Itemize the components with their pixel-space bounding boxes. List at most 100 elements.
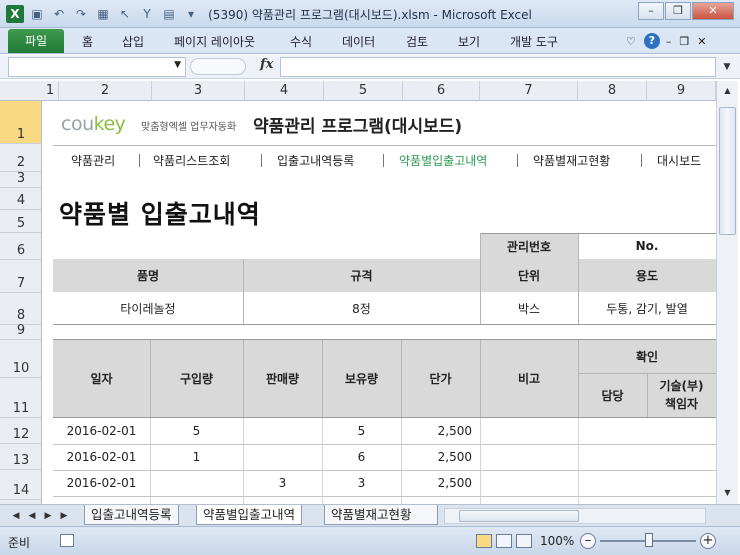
formula-expand-icon[interactable]: ▼ [720, 58, 734, 76]
tab-page-layout[interactable]: 페이지 레이아웃 [174, 32, 255, 52]
column-header[interactable]: 6 [403, 81, 480, 101]
row-price[interactable]: 2,500 [401, 470, 480, 496]
row-sales[interactable]: 3 [243, 470, 322, 496]
row-stock[interactable]: 0 [322, 496, 401, 504]
page-break-view-icon[interactable] [516, 534, 532, 548]
row-header[interactable]: 9 [0, 323, 41, 340]
column-header[interactable]: 9 [647, 81, 716, 101]
row-header[interactable]: 3 [0, 171, 41, 188]
restore-button[interactable]: ❐ [665, 2, 691, 20]
row-stock[interactable]: 5 [322, 418, 401, 444]
formula-input[interactable] [280, 57, 716, 77]
menu-inout-register[interactable]: 입출고내역등록 [277, 152, 354, 169]
drug-use-value[interactable]: 두통, 감기, 발열 [578, 292, 716, 324]
row-header[interactable]: 7 [0, 260, 41, 293]
workbook-restore-icon[interactable]: ❐ [679, 35, 689, 48]
row-price[interactable]: 2,500 [401, 496, 480, 504]
border [243, 259, 244, 324]
tab-insert[interactable]: 삽입 [122, 32, 144, 52]
first-sheet-icon[interactable]: ◀ [10, 508, 22, 524]
normal-view-icon[interactable] [476, 534, 492, 548]
horizontal-scrollbar[interactable] [444, 508, 706, 524]
row-sales[interactable]: 3 [243, 496, 322, 504]
zoom-level[interactable]: 100% [540, 534, 574, 548]
row-header[interactable]: 14 [0, 470, 41, 500]
column-header[interactable]: 7 [480, 81, 578, 101]
row-date[interactable]: 2016-02-01 [53, 470, 150, 496]
column-header[interactable]: 5 [324, 81, 403, 101]
next-sheet-icon[interactable]: ▶ [42, 508, 54, 524]
ribbon-collapse-icon[interactable]: ♡ [626, 35, 636, 48]
menu-drug-inout-history[interactable]: 약품별입출고내역 [399, 152, 487, 169]
page-layout-view-icon[interactable] [496, 534, 512, 548]
help-icon[interactable]: ? [643, 33, 660, 49]
tab-formulas[interactable]: 수식 [290, 32, 312, 52]
row-purchase[interactable]: 1 [150, 444, 243, 470]
name-box-dropdown-icon[interactable]: ▼ [174, 60, 181, 70]
drug-spec-value[interactable]: 8정 [243, 292, 480, 324]
scroll-down-icon[interactable]: ▼ [719, 485, 736, 501]
menu-drug-management[interactable]: 약품관리 [71, 152, 115, 169]
sheet-tab-drug-stock[interactable]: 약품별재고현황 [324, 505, 438, 525]
minimize-button[interactable]: – [638, 2, 664, 20]
row-price[interactable]: 2,500 [401, 444, 480, 470]
row-stock[interactable]: 3 [322, 470, 401, 496]
tab-home[interactable]: 홈 [82, 32, 93, 52]
menu-dashboard[interactable]: 대시보드 [657, 152, 701, 169]
zoom-in-icon[interactable]: + [700, 533, 716, 549]
tab-review[interactable]: 검토 [406, 32, 428, 52]
row-purchase[interactable] [150, 496, 243, 504]
row-stock[interactable]: 6 [322, 444, 401, 470]
row-header[interactable]: 4 [0, 188, 41, 210]
row-header[interactable]: 6 [0, 233, 41, 260]
row-sales[interactable] [243, 418, 322, 444]
row-header[interactable]: 5 [0, 210, 41, 233]
tab-file[interactable]: 파일 [8, 29, 64, 53]
column-header[interactable]: 4 [245, 81, 324, 101]
name-box[interactable]: ▼ [8, 57, 186, 77]
workbook-minimize-icon[interactable]: – [666, 35, 672, 48]
zoom-slider-knob[interactable] [645, 533, 653, 547]
row-date[interactable]: 2016-02-01 [53, 418, 150, 444]
menu-drug-list[interactable]: 약품리스트조회 [153, 152, 230, 169]
tab-data[interactable]: 데이터 [342, 32, 375, 52]
tab-developer[interactable]: 개발 도구 [510, 32, 558, 52]
column-header[interactable]: 2 [59, 81, 152, 101]
sheet-tab-inout-register[interactable]: 입출고내역등록 [84, 505, 179, 525]
sheet-tab-drug-inout-history[interactable]: 약품별입출고내역 [196, 505, 303, 525]
row-purchase[interactable] [150, 470, 243, 496]
close-button[interactable]: ✕ [692, 2, 734, 20]
row-date[interactable]: 2016-02-02 [53, 496, 150, 504]
drug-name-value[interactable]: 타이레놀정 [53, 292, 243, 324]
row-header[interactable]: 8 [0, 293, 41, 325]
scroll-thumb[interactable] [719, 107, 736, 235]
row-header[interactable]: 12 [0, 418, 41, 444]
insert-function-icon[interactable]: fx [260, 57, 273, 72]
menu-drug-stock[interactable]: 약품별재고현황 [533, 152, 610, 169]
macro-record-icon[interactable] [60, 534, 74, 547]
column-header[interactable]: 1 [42, 81, 59, 101]
drug-unit-value[interactable]: 박스 [480, 292, 578, 324]
mgmt-number-value[interactable]: No. [578, 233, 716, 259]
column-header[interactable]: 3 [152, 81, 245, 101]
row-date[interactable]: 2016-02-01 [53, 444, 150, 470]
row-header[interactable]: 10 [0, 340, 41, 378]
zoom-out-icon[interactable]: – [580, 533, 596, 549]
workbook-close-icon[interactable]: ✕ [697, 35, 706, 48]
row-header[interactable]: 1 [0, 101, 41, 144]
vertical-scrollbar[interactable]: ▲ ▼ [716, 81, 738, 504]
tab-view[interactable]: 보기 [458, 32, 480, 52]
row-header[interactable]: 11 [0, 378, 41, 418]
hscroll-thumb[interactable] [459, 510, 579, 522]
mgmt-number-label: 관리번호 [480, 233, 578, 259]
row-header[interactable]: 13 [0, 444, 41, 470]
scroll-up-icon[interactable]: ▲ [719, 83, 736, 99]
row-price[interactable]: 2,500 [401, 418, 480, 444]
worksheet[interactable]: coukey 맞춤형엑셀 업무자동화 약품관리 프로그램(대시보드) 약품관리 … [43, 101, 716, 504]
last-sheet-icon[interactable]: ▶ [58, 508, 70, 524]
row-sales[interactable] [243, 444, 322, 470]
column-header[interactable]: 8 [578, 81, 647, 101]
row-header[interactable]: 2 [0, 144, 41, 172]
prev-sheet-icon[interactable]: ◀ [26, 508, 38, 524]
row-purchase[interactable]: 5 [150, 418, 243, 444]
